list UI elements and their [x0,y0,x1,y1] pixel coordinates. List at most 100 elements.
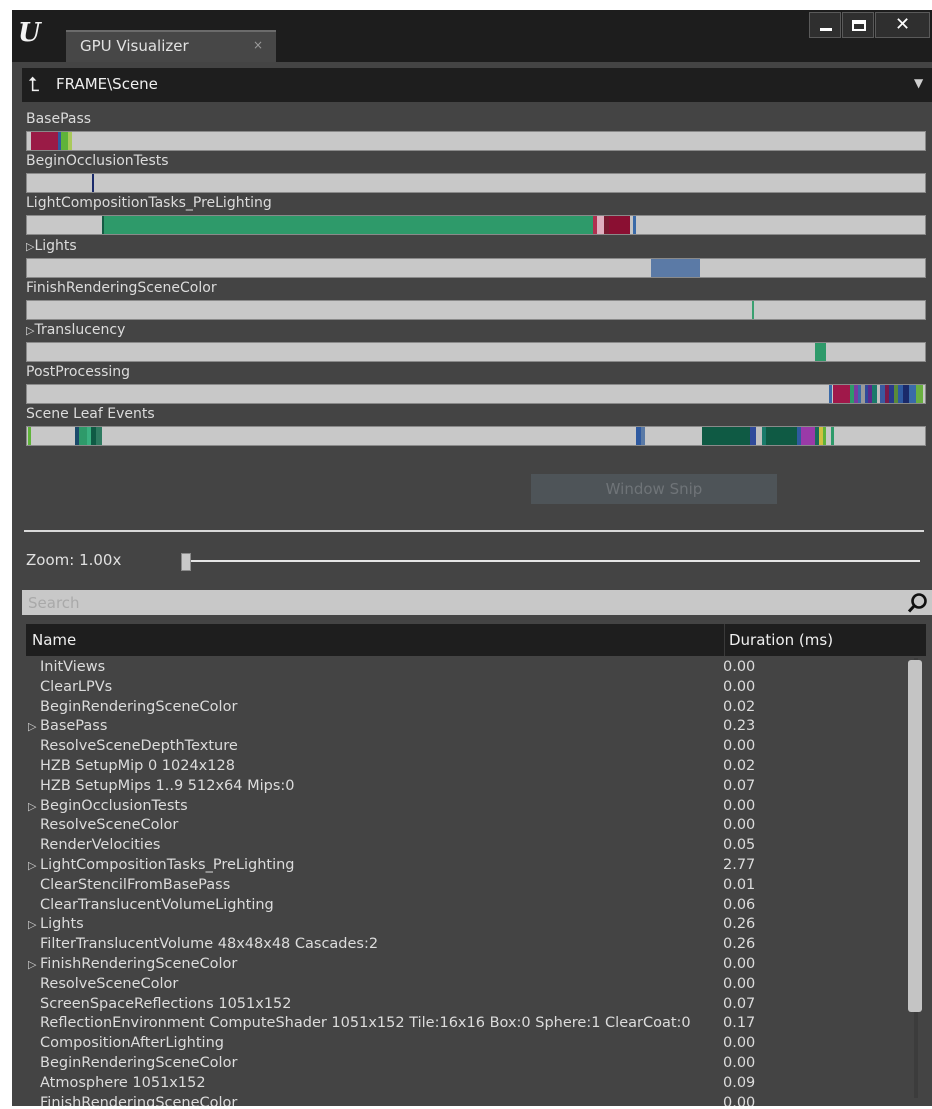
event-segment[interactable] [916,385,924,404]
table-row[interactable]: ScreenSpaceReflections 1051x152 0.07 [26,995,926,1015]
row-duration: 0.07 [723,995,756,1012]
row-duration: 0.07 [723,777,756,794]
row-duration: 0.00 [723,817,756,834]
lane-label: FinishRenderingSceneColor [26,279,217,297]
table-row[interactable]: FinishRenderingSceneColor 0.00 [26,1094,926,1106]
lane-track[interactable] [26,131,926,151]
scrollbar-thumb[interactable] [908,660,922,1012]
row-name: ClearStencilFromBasePass [40,876,231,893]
table-row[interactable]: Atmosphere 1051x152 0.09 [26,1074,926,1094]
expand-arrow-icon[interactable]: ▷ [28,856,36,876]
row-name: BasePass [40,718,108,735]
tab-close-icon[interactable]: × [253,38,263,52]
lane-label-text: Scene Leaf Events [26,406,155,423]
event-path-bar[interactable]: ⮤ FRAME\Scene ▼ [22,68,932,102]
event-segment[interactable] [641,427,645,446]
table-row[interactable]: BeginRenderingSceneColor 0.00 [26,1054,926,1074]
up-arrow-icon[interactable]: ⮤ [28,72,40,96]
search-box[interactable] [22,590,932,615]
event-segment[interactable] [597,216,605,235]
table-row[interactable]: CompositionAfterLighting 0.00 [26,1034,926,1054]
table-row[interactable]: BeginRenderingSceneColor 0.02 [26,698,926,718]
table-row[interactable]: HZB SetupMip 0 1024x128 0.02 [26,757,926,777]
title-bar[interactable]: U GPU Visualizer × ✕ [12,10,932,62]
lane-label-text: BasePass [26,111,92,127]
event-segment[interactable] [633,216,636,235]
lane-label[interactable]: ▷Translucency [26,321,125,339]
lane-track[interactable] [26,299,926,320]
table-row[interactable]: ResolveSceneColor 0.00 [26,975,926,995]
table-row[interactable]: FilterTranslucentVolume 48x48x48 Cascade… [26,935,926,955]
event-segment[interactable] [751,300,755,319]
table-row[interactable]: ▷ BeginOcclusionTests 0.00 [26,797,926,817]
event-segment[interactable] [91,174,95,193]
lane-label[interactable]: ▷Lights [26,237,77,255]
row-name: ResolveSceneColor [40,975,179,992]
event-segment[interactable] [766,427,798,446]
window-snip-button[interactable]: Window Snip [531,474,777,504]
event-segment[interactable] [814,343,827,361]
expand-arrow-icon[interactable]: ▷ [28,955,36,975]
tab-gpu-visualizer[interactable]: GPU Visualizer × [66,30,276,62]
table-row[interactable]: ▷ BasePass 0.23 [26,717,926,737]
lane-track[interactable] [26,215,926,236]
zoom-slider-thumb[interactable] [181,553,191,571]
row-duration: 0.00 [723,738,756,755]
search-icon[interactable] [906,592,930,614]
table-row[interactable]: ReflectionEnvironment ComputeShader 1051… [26,1014,926,1034]
event-segment[interactable] [832,385,851,404]
row-name: BeginOcclusionTests [40,797,188,814]
table-row[interactable]: InitViews 0.00 [26,658,926,678]
row-name: LightCompositionTasks_PreLighting [40,856,295,873]
event-segment[interactable] [30,132,59,150]
event-segment[interactable] [822,427,827,446]
event-segment[interactable] [61,132,69,150]
lane-track[interactable] [26,342,926,362]
zoom-slider-track[interactable] [184,560,920,562]
event-segment[interactable] [27,427,31,446]
event-segment[interactable] [908,385,916,404]
event-segment[interactable] [651,258,700,277]
event-segment[interactable] [801,427,815,446]
event-segment[interactable] [830,427,835,446]
table-row[interactable]: HZB SetupMips 1..9 512x64 Mips:0 0.07 [26,777,926,797]
row-duration: 0.09 [723,1074,756,1091]
table-row[interactable]: ▷ Lights 0.26 [26,915,926,935]
event-segment[interactable] [68,132,72,150]
expand-arrow-icon[interactable]: ▷ [28,915,36,935]
event-segment[interactable] [96,427,102,446]
row-duration: 0.00 [723,975,756,992]
row-duration: 0.00 [723,797,756,814]
column-header-name[interactable]: Name [32,631,76,649]
event-segment[interactable] [608,216,630,235]
table-row[interactable]: ClearLPVs 0.00 [26,678,926,698]
table-row[interactable]: ClearStencilFromBasePass 0.01 [26,876,926,896]
lane-track[interactable] [26,384,926,405]
column-header-duration[interactable]: Duration (ms) [729,631,833,649]
lane-label-text: LightCompositionTasks_PreLighting [26,195,272,212]
event-segment[interactable] [702,427,750,446]
event-segment[interactable] [104,216,593,235]
table-row[interactable]: ResolveSceneColor 0.00 [26,816,926,836]
table-row[interactable]: ▷ FinishRenderingSceneColor 0.00 [26,955,926,975]
chevron-down-icon[interactable]: ▼ [914,76,923,90]
expand-arrow-icon[interactable]: ▷ [28,717,36,737]
table-row[interactable]: ClearTranslucentVolumeLighting 0.06 [26,896,926,916]
table-row[interactable]: ▷ LightCompositionTasks_PreLighting 2.77 [26,856,926,876]
expand-arrow-icon[interactable]: ▷ [28,797,36,817]
maximize-button[interactable] [842,12,874,38]
table-row[interactable]: RenderVelocities 0.05 [26,836,926,856]
minimize-button[interactable] [809,12,841,38]
table-row[interactable]: ResolveSceneDepthTexture 0.00 [26,737,926,757]
row-duration: 0.00 [723,659,756,675]
column-separator[interactable] [724,624,725,656]
close-button[interactable]: ✕ [875,12,930,38]
maximize-icon [852,20,866,31]
row-duration: 0.00 [723,955,756,972]
lane-label-text: Translucency [34,322,126,338]
search-input[interactable] [22,590,902,615]
lane-track[interactable] [26,257,926,278]
lane-track[interactable] [26,173,926,194]
lane-track[interactable] [26,426,926,447]
event-segment[interactable] [79,427,88,446]
